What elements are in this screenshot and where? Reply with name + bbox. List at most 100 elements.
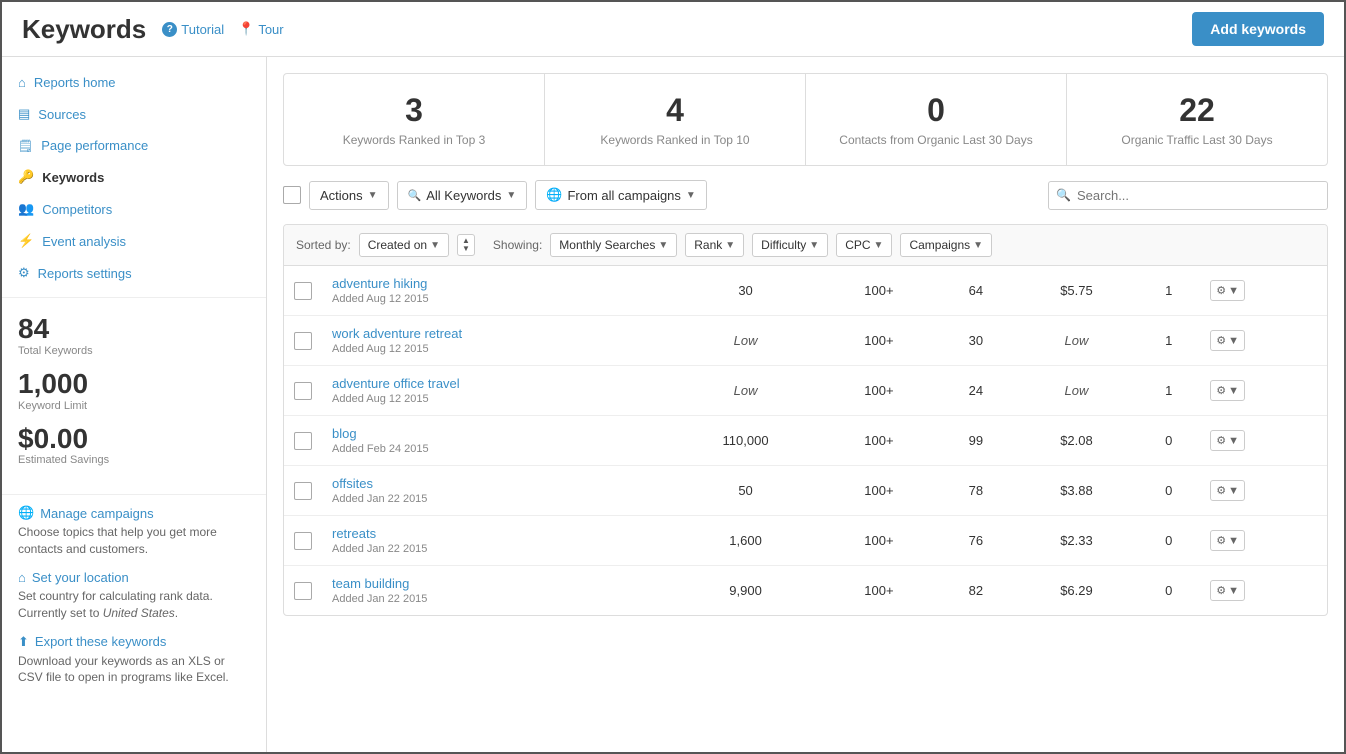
row-actions: ⚙ ▼ xyxy=(1200,266,1327,316)
row-gear-icon: ⚙ xyxy=(1216,284,1226,297)
row-actions: ⚙ ▼ xyxy=(1200,516,1327,566)
difficulty-dropdown[interactable]: Difficulty ▼ xyxy=(752,233,828,257)
set-location-link[interactable]: ⌂ Set your location xyxy=(18,570,250,585)
tutorial-label: Tutorial xyxy=(181,22,224,37)
row-actions: ⚙ ▼ xyxy=(1200,416,1327,466)
traffic-value: 22 xyxy=(1077,92,1317,129)
row-checkbox[interactable] xyxy=(294,532,312,550)
sidebar-item-page-performance[interactable]: 🗒 Page performance xyxy=(2,130,266,161)
monthly-searches-cell: 30 xyxy=(669,266,822,316)
traffic-label: Organic Traffic Last 30 Days xyxy=(1077,133,1317,147)
keyword-link[interactable]: adventure hiking xyxy=(332,276,427,291)
campaign-filter-dropdown[interactable]: 🌐 From all campaigns ▼ xyxy=(535,180,707,210)
campaign-globe-icon: 🌐 xyxy=(546,187,562,203)
filter-keywords-dropdown[interactable]: 🔍 All Keywords ▼ xyxy=(397,181,528,210)
campaigns-cell: 1 xyxy=(1137,366,1200,416)
monthly-searches-cell: 9,900 xyxy=(669,566,822,616)
keyword-link[interactable]: blog xyxy=(332,426,357,441)
campaigns-cell: 1 xyxy=(1137,266,1200,316)
row-checkbox[interactable] xyxy=(294,582,312,600)
sidebar-stats: 84 Total Keywords 1,000 Keyword Limit $0… xyxy=(2,297,266,494)
keyword-link[interactable]: retreats xyxy=(332,526,376,541)
cpc-dropdown[interactable]: CPC ▼ xyxy=(836,233,892,257)
keyword-cell: adventure hiking Added Aug 12 2015 xyxy=(322,266,669,316)
row-checkbox[interactable] xyxy=(294,482,312,500)
sorted-by-label: Sorted by: xyxy=(296,238,351,252)
set-location-desc: Set country for calculating rank data. C… xyxy=(18,588,250,622)
keyword-limit-label: Keyword Limit xyxy=(18,400,250,412)
top10-label: Keywords Ranked in Top 10 xyxy=(555,133,795,147)
add-keywords-button[interactable]: Add keywords xyxy=(1192,12,1324,46)
row-gear-button[interactable]: ⚙ ▼ xyxy=(1210,280,1245,301)
actions-dropdown[interactable]: Actions ▼ xyxy=(309,181,389,210)
keyword-cell: work adventure retreat Added Aug 12 2015 xyxy=(322,316,669,366)
contacts-label: Contacts from Organic Last 30 Days xyxy=(816,133,1056,147)
export-icon: ⬆ xyxy=(18,634,29,650)
tutorial-link[interactable]: ? Tutorial xyxy=(162,22,224,37)
sorted-by-dropdown[interactable]: Created on ▼ xyxy=(359,233,449,257)
row-checkbox[interactable] xyxy=(294,282,312,300)
row-gear-button[interactable]: ⚙ ▼ xyxy=(1210,580,1245,601)
row-gear-button[interactable]: ⚙ ▼ xyxy=(1210,330,1245,351)
table-row: retreats Added Jan 22 2015 1,600 100+ 76… xyxy=(284,516,1327,566)
keyword-link[interactable]: offsites xyxy=(332,476,373,491)
rank-dropdown[interactable]: Rank ▼ xyxy=(685,233,744,257)
cpc-cell: Low xyxy=(1016,366,1138,416)
row-gear-button[interactable]: ⚙ ▼ xyxy=(1210,480,1245,501)
rank-cell: 100+ xyxy=(822,366,936,416)
tour-link[interactable]: 📍 Tour xyxy=(238,21,283,37)
keyword-link[interactable]: team building xyxy=(332,576,409,591)
rank-cell: 100+ xyxy=(822,566,936,616)
row-dropdown-arrow: ▼ xyxy=(1228,285,1239,297)
search-icon: 🔍 xyxy=(1056,188,1071,202)
sidebar-item-event-analysis[interactable]: ⚡ Event analysis xyxy=(2,225,266,257)
contacts-value: 0 xyxy=(816,92,1056,129)
row-checkbox[interactable] xyxy=(294,332,312,350)
manage-campaigns-link[interactable]: 🌐 Manage campaigns xyxy=(18,505,250,521)
keyword-link[interactable]: work adventure retreat xyxy=(332,326,462,341)
rank-cell: 100+ xyxy=(822,416,936,466)
total-keywords-label: Total Keywords xyxy=(18,345,250,357)
sort-direction-toggle[interactable]: ▲ ▼ xyxy=(457,234,475,256)
keyword-limit-value: 1,000 xyxy=(18,369,250,400)
row-gear-button[interactable]: ⚙ ▼ xyxy=(1210,430,1245,451)
select-all-checkbox[interactable] xyxy=(283,186,301,204)
difficulty-cell: 64 xyxy=(936,266,1016,316)
export-keywords-link[interactable]: ⬆ Export these keywords xyxy=(18,634,250,650)
sidebar-item-reports-settings[interactable]: ⚙ Reports settings xyxy=(2,257,266,289)
row-checkbox[interactable] xyxy=(294,432,312,450)
keyword-cell: retreats Added Jan 22 2015 xyxy=(322,516,669,566)
table-row: work adventure retreat Added Aug 12 2015… xyxy=(284,316,1327,366)
campaigns-cell: 0 xyxy=(1137,466,1200,516)
campaigns-dropdown[interactable]: Campaigns ▼ xyxy=(900,233,992,257)
monthly-searches-dropdown[interactable]: Monthly Searches ▼ xyxy=(550,233,677,257)
table-row: blog Added Feb 24 2015 110,000 100+ 99 $… xyxy=(284,416,1327,466)
keyword-link[interactable]: adventure office travel xyxy=(332,376,460,391)
row-gear-button[interactable]: ⚙ ▼ xyxy=(1210,380,1245,401)
top10-value: 4 xyxy=(555,92,795,129)
filter-dropdown-arrow: ▼ xyxy=(506,190,516,201)
row-dropdown-arrow: ▼ xyxy=(1228,485,1239,497)
row-checkbox[interactable] xyxy=(294,382,312,400)
row-actions: ⚙ ▼ xyxy=(1200,366,1327,416)
stat-card-top3: 3 Keywords Ranked in Top 3 xyxy=(284,74,545,165)
sidebar-item-keywords[interactable]: 🔑 Keywords xyxy=(2,161,266,193)
showing-label: Showing: xyxy=(493,238,542,252)
key-icon: 🔑 xyxy=(18,169,34,185)
rank-cell: 100+ xyxy=(822,316,936,366)
keyword-date: Added Aug 12 2015 xyxy=(332,393,659,405)
main-content: 3 Keywords Ranked in Top 3 4 Keywords Ra… xyxy=(267,57,1344,752)
manage-campaigns-desc: Choose topics that help you get more con… xyxy=(18,524,250,558)
sidebar-item-sources[interactable]: ▤ Sources xyxy=(2,98,266,130)
actions-dropdown-arrow: ▼ xyxy=(368,190,378,201)
home-icon: ⌂ xyxy=(18,75,26,90)
tour-label: Tour xyxy=(258,22,283,37)
sidebar-item-reports-home[interactable]: ⌂ Reports home xyxy=(2,67,266,98)
cpc-cell: $2.08 xyxy=(1016,416,1138,466)
row-gear-button[interactable]: ⚙ ▼ xyxy=(1210,530,1245,551)
top3-value: 3 xyxy=(294,92,534,129)
sidebar-label-event-analysis: Event analysis xyxy=(42,234,126,249)
sidebar-item-competitors[interactable]: 👥 Competitors xyxy=(2,193,266,225)
sort-row: Sorted by: Created on ▼ ▲ ▼ Showing: Mon… xyxy=(284,225,1327,266)
search-input[interactable] xyxy=(1048,181,1328,210)
